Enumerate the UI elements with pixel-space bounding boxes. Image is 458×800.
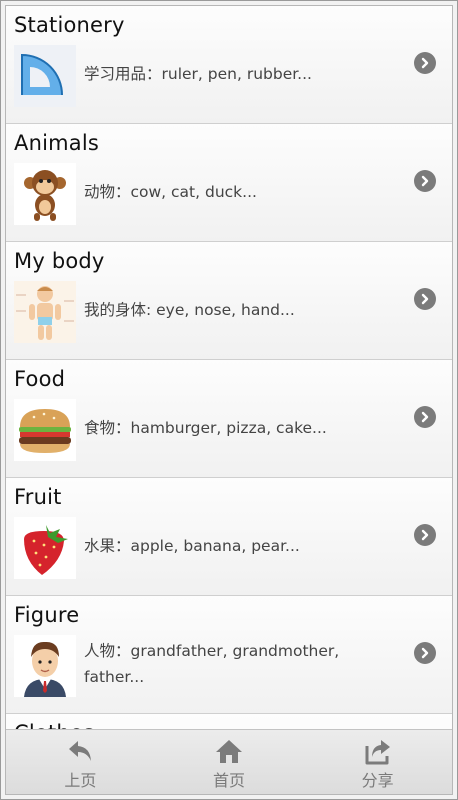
screen: Stationery 学习用品：ruler, pen, rubber... An… [5, 5, 453, 795]
category-item-fruit[interactable]: Fruit 水果：apple, banana, pear... [6, 478, 452, 596]
chevron-right-icon [414, 288, 436, 310]
category-item-stationery[interactable]: Stationery 学习用品：ruler, pen, rubber... [6, 6, 452, 124]
app-frame: Stationery 学习用品：ruler, pen, rubber... An… [0, 0, 458, 800]
back-tab-label: 上页 [64, 771, 97, 790]
category-list: Stationery 学习用品：ruler, pen, rubber... An… [6, 6, 452, 794]
category-description: 动物：cow, cat, duck... [84, 183, 257, 201]
category-description: 学习用品：ruler, pen, rubber... [84, 65, 312, 83]
back-tab[interactable]: 上页 [6, 730, 155, 794]
body-icon [14, 281, 76, 343]
back-arrow-icon [69, 741, 92, 761]
category-title: Stationery [14, 13, 125, 37]
category-description: 我的身体: eye, nose, hand... [84, 301, 295, 319]
category-description: 人物：grandfather, grandmother, father... [84, 642, 340, 686]
person-icon [14, 635, 76, 697]
protractor-icon [14, 45, 76, 107]
chevron-right-icon [414, 406, 436, 428]
category-description: 水果：apple, banana, pear... [84, 537, 300, 555]
category-title: Fruit [14, 485, 62, 509]
chevron-right-icon [414, 524, 436, 546]
category-item-my-body[interactable]: My body 我的身体: eye, nose, hand... [6, 242, 452, 360]
category-item-figure[interactable]: Figure 人物：grandfather, grandmother, fath… [6, 596, 452, 714]
chevron-right-icon [414, 170, 436, 192]
home-tab[interactable]: 首页 [155, 730, 304, 794]
strawberry-icon [14, 517, 76, 579]
category-description: 食物：hamburger, pizza, cake... [84, 419, 327, 437]
share-icon [365, 740, 390, 765]
category-item-animals[interactable]: Animals 动物：cow, cat, duck... [6, 124, 452, 242]
chevron-right-icon [414, 642, 436, 664]
hamburger-icon [14, 399, 76, 461]
category-title: Animals [14, 131, 100, 155]
category-title: My body [14, 249, 105, 273]
category-title: Figure [14, 603, 80, 627]
category-title: Food [14, 367, 66, 391]
share-tab[interactable]: 分享 [303, 730, 452, 794]
monkey-icon [14, 163, 76, 225]
bottom-tab-bar: 上页 首页 分享 [6, 729, 452, 794]
chevron-right-icon [414, 52, 436, 74]
share-tab-label: 分享 [361, 771, 394, 790]
home-tab-label: 首页 [213, 771, 246, 790]
category-item-food[interactable]: Food 食物：hamburger, pizza, cake... [6, 360, 452, 478]
home-icon [216, 740, 242, 763]
